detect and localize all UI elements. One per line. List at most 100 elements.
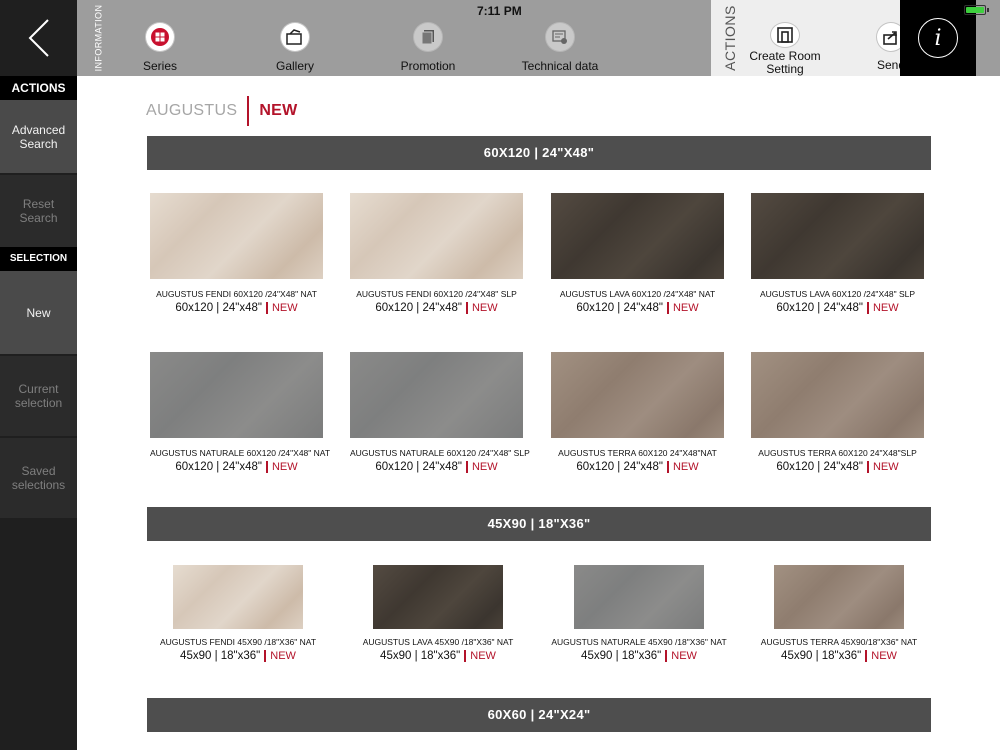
breadcrumb-filter: NEW [259,102,298,119]
product-size-text: 60x120 | 24"x48" [175,461,262,473]
product-size: 60x120 | 24"x48" NEW [751,461,924,473]
status-time: 7:11 PM [477,4,522,18]
sidebar-item-current-selection[interactable]: Current selection [0,356,77,436]
new-badge: NEW [471,461,498,473]
product-tile[interactable]: AUGUSTUS TERRA 60X120 24"X48"SLP 60x120 |… [751,352,924,477]
new-badge: NEW [872,461,899,473]
product-name: AUGUSTUS FENDI 60X120 /24"X48" NAT [156,289,317,299]
new-badge: NEW [671,650,697,662]
product-tile[interactable]: AUGUSTUS NATURALE 60X120 /24"X48" NAT 60x… [150,352,331,477]
actions-label: ACTIONS [722,5,739,71]
product-size: 45x90 | 18"x36" NEW [551,650,727,662]
size-separator [866,461,869,473]
chevron-left-icon [28,19,49,57]
technical-icon [546,23,574,51]
product-size: 45x90 | 18"x36" NEW [150,650,326,662]
product-size-text: 45x90 | 18"x36" [180,650,261,662]
information-label: INFORMATION [93,4,104,72]
product-size-text: 60x120 | 24"x48" [776,302,863,314]
product-tile[interactable]: AUGUSTUS FENDI 60X120 /24"X48" SLP 60x120… [350,193,523,318]
new-badge: NEW [270,650,296,662]
product-name: AUGUSTUS LAVA 60X120 /24"X48" NAT [559,289,716,299]
new-badge: NEW [470,650,496,662]
product-name: AUGUSTUS NATURALE 60X120 /24"X48" NAT [150,448,331,458]
product-name: AUGUSTUS FENDI 60X120 /24"X48" SLP [356,289,517,299]
product-size: 60x120 | 24"x48" NEW [551,302,724,314]
back-button[interactable] [0,0,77,76]
product-image[interactable] [150,352,323,438]
product-size: 60x120 | 24"x48" NEW [150,302,323,314]
product-size-text: 60x120 | 24"x48" [576,461,663,473]
gallery-button[interactable]: Gallery [265,0,325,76]
product-tile[interactable]: AUGUSTUS FENDI 45X90 /18"X36" NAT 45x90 |… [150,565,326,666]
product-image[interactable] [350,193,523,279]
sidebar-actions-header: ACTIONS [0,76,77,100]
product-image[interactable] [551,193,724,279]
new-badge: NEW [872,302,899,314]
product-size-text: 60x120 | 24"x48" [375,461,462,473]
new-badge: NEW [672,302,699,314]
product-size-text: 45x90 | 18"x36" [781,650,862,662]
product-tile[interactable]: AUGUSTUS LAVA 60X120 /24"X48" NAT 60x120 … [551,193,724,318]
section-header: 60X120 | 24"X48" [147,136,931,170]
product-size: 45x90 | 18"x36" NEW [350,650,526,662]
product-tile[interactable]: AUGUSTUS NATURALE 60X120 /24"X48" SLP 60x… [350,352,530,477]
product-image[interactable] [751,193,924,279]
section-header: 60X60 | 24"X24" [147,698,931,732]
product-tile[interactable]: AUGUSTUS TERRA 60X120 24"X48"NAT 60x120 |… [551,352,724,477]
breadcrumb-series[interactable]: AUGUSTUS [146,102,237,120]
product-image[interactable] [373,565,503,629]
product-tile[interactable]: AUGUSTUS LAVA 60X120 /24"X48" SLP 60x120 … [751,193,924,318]
sidebar-item-saved-selections[interactable]: Saved selections [0,438,77,518]
reset-search-button[interactable]: Reset Search [0,175,77,247]
product-name: AUGUSTUS TERRA 60X120 24"X48"NAT [558,448,717,458]
product-image[interactable] [774,565,904,629]
create-room-setting-button[interactable]: Create Room Setting [745,0,825,76]
product-tile[interactable]: AUGUSTUS LAVA 45X90 /18"X36" NAT 45x90 | … [350,565,526,666]
size-separator [666,461,669,473]
series-button[interactable]: Series [137,0,183,76]
product-size-text: 60x120 | 24"x48" [776,461,863,473]
size-separator [865,650,868,662]
product-size: 60x120 | 24"x48" NEW [150,461,323,473]
product-tile[interactable]: AUGUSTUS TERRA 45X90/18"X36" NAT 45x90 | … [751,565,927,666]
new-badge: NEW [271,461,298,473]
size-separator [666,302,669,314]
new-badge: NEW [672,461,699,473]
advanced-search-button[interactable]: Advanced Search [0,100,77,173]
product-size-text: 60x120 | 24"x48" [576,302,663,314]
product-size: 60x120 | 24"x48" NEW [751,302,924,314]
product-name: AUGUSTUS NATURALE 60X120 /24"X48" SLP [350,448,530,458]
product-image[interactable] [350,352,523,438]
product-tile[interactable]: AUGUSTUS NATURALE 45X90 /18"X36" NAT 45x9… [551,565,727,666]
product-name: AUGUSTUS TERRA 45X90/18"X36" NAT [760,637,918,647]
sidebar: ACTIONS Advanced Search Reset Search SEL… [0,0,77,750]
section-header: 45X90 | 18"X36" [147,507,931,541]
product-name: AUGUSTUS LAVA 45X90 /18"X36" NAT [362,637,514,647]
top-toolbar: INFORMATION 7:11 PM Series Gallery Promo… [77,0,1000,76]
document-icon [414,23,442,51]
product-image[interactable] [173,565,303,629]
breadcrumb: AUGUSTUS NEW [146,96,298,126]
sidebar-item-new[interactable]: New [0,271,77,354]
product-size-text: 60x120 | 24"x48" [375,302,462,314]
product-tile[interactable]: AUGUSTUS FENDI 60X120 /24"X48" NAT 60x120… [150,193,323,318]
product-image[interactable] [574,565,704,629]
product-name: AUGUSTUS FENDI 45X90 /18"X36" NAT [159,637,317,647]
size-separator [265,461,268,473]
product-image[interactable] [751,352,924,438]
sidebar-selection-header: SELECTION [0,247,77,271]
product-name: AUGUSTUS LAVA 60X120 /24"X48" SLP [759,289,916,299]
promotion-button[interactable]: Promotion [393,0,463,76]
info-icon: i [918,18,958,58]
battery-icon [964,5,989,15]
new-badge: NEW [271,302,298,314]
technical-data-button[interactable]: Technical data [517,0,603,76]
size-separator [265,302,268,314]
product-size: 60x120 | 24"x48" NEW [350,461,523,473]
size-separator [665,650,668,662]
product-image[interactable] [551,352,724,438]
product-size-text: 45x90 | 18"x36" [581,650,662,662]
breadcrumb-separator [247,96,250,126]
product-image[interactable] [150,193,323,279]
